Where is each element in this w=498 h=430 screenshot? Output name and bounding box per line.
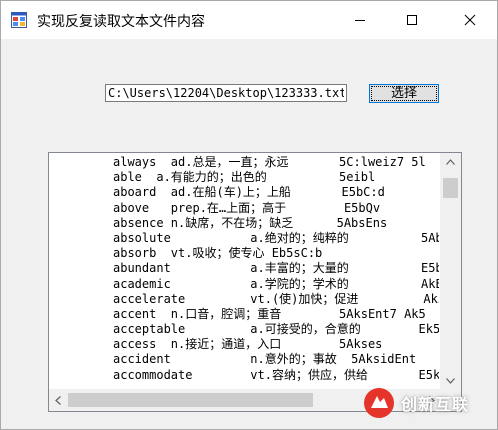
text-line: absence n.缺席，不在场；缺乏 5AbsEns [113, 215, 388, 230]
vertical-scrollbar[interactable] [440, 153, 461, 389]
text-line: accommodate vt.容纳；供应，供给 E5k0 [113, 367, 439, 382]
chevron-up-icon [446, 158, 455, 165]
text-line: acceptable a.可接受的，合意的 Ek5s [113, 322, 439, 337]
minimize-button[interactable] [337, 1, 383, 39]
watermark: 创新互联 [363, 383, 493, 423]
text-line: accelerate vt.(使)加快；促进 Ak5s [113, 291, 439, 306]
select-file-button[interactable]: 选择 [369, 84, 439, 103]
focus-rect [371, 86, 437, 101]
maximize-button[interactable] [389, 1, 435, 39]
textbox-viewport: always ad.总是，一直；永远 5C:lweiz7 5l able a.有能… [49, 153, 439, 389]
text-line: access n.接近；通道，入口 5Akses [113, 337, 383, 352]
minimize-icon [355, 20, 365, 21]
text-line: absorb vt.吸收；使专心 Eb5sC:b [113, 246, 323, 261]
text-line: abundant a.丰富的；大量的 E5b6 [113, 261, 439, 276]
text-line: academic a.学院的；学术的 AkE5 [113, 276, 439, 291]
close-button[interactable] [447, 1, 493, 39]
chevron-left-icon [54, 395, 61, 405]
text-line: accent n.口音，腔调；重音 5AksEnt7 Ak5 [113, 306, 426, 321]
text-line: aboard ad.在船(车)上；上船 E5bC:d [113, 185, 385, 200]
text-lines: always ad.总是，一直；永远 5C:lweiz7 5l able a.有能… [113, 155, 439, 383]
title-bar[interactable]: 实现反复读取文本文件内容 [1, 1, 497, 39]
vertical-scroll-thumb[interactable] [443, 178, 458, 198]
text-line: always ad.总是，一直；永远 5C:lweiz7 5l [113, 155, 426, 169]
content-textbox[interactable]: always ad.总是，一直；永远 5C:lweiz7 5l able a.有能… [48, 152, 462, 412]
text-line: above prep.在…上面；高于 E5bQv [113, 200, 381, 215]
watermark-logo-icon [364, 388, 394, 418]
file-path-input[interactable] [105, 84, 347, 102]
app-window: 实现反复读取文本文件内容 选择 always ad.总是，一直；永远 5C:lw… [0, 0, 498, 430]
scroll-left-button[interactable] [49, 389, 66, 411]
app-icon [11, 12, 27, 28]
text-line: able a.有能力的；出色的 5eibl [113, 170, 376, 185]
watermark-text: 创新互联 [401, 395, 470, 414]
maximize-icon [407, 15, 417, 25]
close-icon [464, 14, 476, 26]
horizontal-scroll-thumb[interactable] [68, 393, 313, 407]
window-title: 实现反复读取文本文件内容 [37, 14, 205, 30]
text-line: absolute a.绝对的；纯粹的 5Abs [113, 230, 439, 245]
text-line: accident n.意外的；事故 5AksidEnt [113, 352, 417, 367]
scroll-up-button[interactable] [440, 153, 461, 170]
